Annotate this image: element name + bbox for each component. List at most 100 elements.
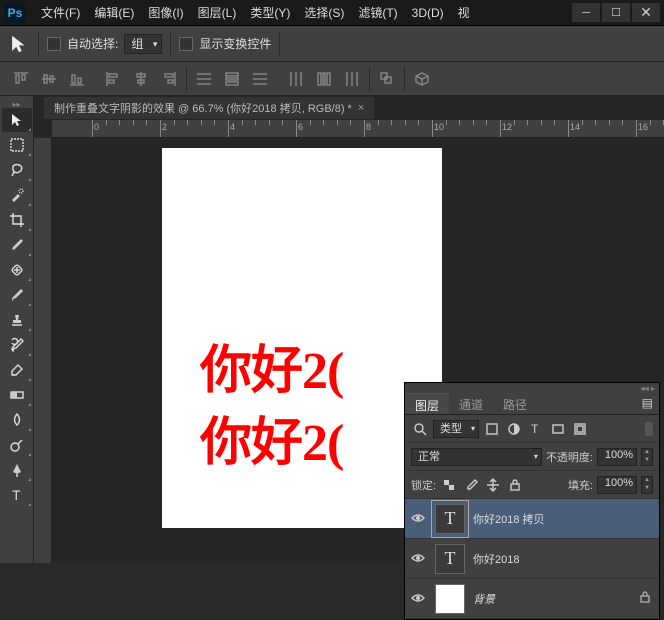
ruler-vertical[interactable] (34, 138, 52, 563)
filter-adjust-icon[interactable] (505, 420, 523, 438)
lock-label: 锁定: (411, 477, 436, 493)
show-transform-label: 显示变换控件 (199, 35, 271, 52)
lock-position-icon[interactable] (484, 476, 502, 494)
window-controls: ─ ☐ ✕ (570, 3, 660, 22)
move-tool-icon[interactable] (8, 33, 30, 55)
fill-stepper[interactable]: ▲▼ (641, 476, 653, 494)
lock-pixels-icon[interactable] (462, 476, 480, 494)
align-left-icon[interactable] (100, 67, 126, 91)
menu-select[interactable]: 选择(S) (297, 0, 351, 25)
crop-tool[interactable] (2, 208, 32, 232)
dodge-tool[interactable] (2, 433, 32, 457)
panel-menu-icon[interactable]: ▤ (636, 393, 659, 414)
move-tool[interactable] (2, 108, 32, 132)
dist-left-icon[interactable] (283, 67, 309, 91)
layer-list: T 你好2018 拷贝 T 你好2018 背景 (405, 499, 659, 619)
blur-tool[interactable] (2, 408, 32, 432)
layer-item[interactable]: T 你好2018 (405, 539, 659, 579)
layer-item-background[interactable]: 背景 (405, 579, 659, 619)
canvas-text-2[interactable]: 你好2( (200, 400, 343, 475)
visibility-icon[interactable] (411, 512, 427, 526)
menu-3d[interactable]: 3D(D) (405, 2, 451, 24)
dist-bottom-icon[interactable] (247, 67, 273, 91)
blend-row: 正常 不透明度: 100% ▲▼ (405, 443, 659, 471)
3d-mode-icon[interactable] (409, 67, 435, 91)
lock-all-icon[interactable] (506, 476, 524, 494)
menu-layer[interactable]: 图层(L) (191, 0, 244, 25)
gradient-tool[interactable] (2, 383, 32, 407)
layer-thumb-bg[interactable] (435, 584, 465, 614)
tab-close-icon[interactable]: × (358, 102, 364, 114)
healing-tool[interactable] (2, 258, 32, 282)
dist-right-icon[interactable] (339, 67, 365, 91)
auto-select-checkbox[interactable] (47, 37, 61, 51)
visibility-icon[interactable] (411, 552, 427, 566)
layer-name[interactable]: 你好2018 (473, 551, 653, 567)
align-right-icon[interactable] (156, 67, 182, 91)
layer-name[interactable]: 背景 (473, 591, 631, 607)
auto-select-dropdown[interactable]: 组 (124, 34, 162, 54)
brush-tool[interactable] (2, 283, 32, 307)
opacity-input[interactable]: 100% (597, 448, 637, 466)
lasso-tool[interactable] (2, 158, 32, 182)
quick-select-tool[interactable] (2, 183, 32, 207)
opacity-stepper[interactable]: ▲▼ (641, 448, 653, 466)
history-brush-tool[interactable] (2, 333, 32, 357)
dist-top-icon[interactable] (191, 67, 217, 91)
align-hcenter-icon[interactable] (128, 67, 154, 91)
layer-item-selected[interactable]: T 你好2018 拷贝 (405, 499, 659, 539)
layers-panel: ◂◂ ▸ 图层 通道 路径 ▤ 类型 T 正常 不透明度: 100% ▲▼ 锁定… (404, 382, 660, 620)
menu-file[interactable]: 文件(F) (34, 0, 87, 25)
align-top-icon[interactable] (8, 67, 34, 91)
divider (170, 32, 171, 56)
blend-mode-dropdown[interactable]: 正常 (411, 448, 542, 466)
app-logo: Ps (4, 3, 26, 23)
pen-tool[interactable] (2, 458, 32, 482)
close-button[interactable]: ✕ (632, 3, 660, 22)
filter-smart-icon[interactable] (571, 420, 589, 438)
menu-edit[interactable]: 编辑(E) (87, 0, 141, 25)
document-tab[interactable]: 制作重叠文字阴影的效果 @ 66.7% (你好2018 拷贝, RGB/8) *… (44, 97, 374, 119)
tab-paths[interactable]: 路径 (493, 393, 537, 414)
fill-input[interactable]: 100% (597, 476, 637, 494)
tab-layers[interactable]: 图层 (405, 393, 449, 414)
show-transform-checkbox[interactable] (179, 37, 193, 51)
menu-image[interactable]: 图像(I) (141, 0, 190, 25)
canvas-text-1[interactable]: 你好2( (200, 328, 343, 403)
tab-channels[interactable]: 通道 (449, 393, 493, 414)
filter-type-icon[interactable]: T (527, 420, 545, 438)
maximize-button[interactable]: ☐ (602, 3, 630, 22)
menu-type[interactable]: 类型(Y) (243, 0, 297, 25)
marquee-tool[interactable] (2, 133, 32, 157)
canvas[interactable]: 你好2( 你好2( (162, 148, 442, 528)
opacity-label: 不透明度: (546, 449, 593, 465)
ruler-horizontal[interactable]: 0246810121416 (52, 120, 664, 138)
lock-transparent-icon[interactable] (440, 476, 458, 494)
align-bottom-icon[interactable] (64, 67, 90, 91)
menu-view-cut[interactable]: 视 (451, 0, 477, 25)
eraser-tool[interactable] (2, 358, 32, 382)
eyedropper-tool[interactable] (2, 233, 32, 257)
type-tool[interactable]: T (2, 483, 32, 507)
stamp-tool[interactable] (2, 308, 32, 332)
align-vcenter-icon[interactable] (36, 67, 62, 91)
search-icon[interactable] (411, 420, 429, 438)
auto-align-icon[interactable] (374, 67, 400, 91)
dist-vcenter-icon[interactable] (219, 67, 245, 91)
toolbar-handle-icon[interactable]: ▸▸ (0, 100, 33, 108)
title-bar: Ps 文件(F) 编辑(E) 图像(I) 图层(L) 类型(Y) 选择(S) 滤… (0, 0, 664, 26)
dist-hcenter-icon[interactable] (311, 67, 337, 91)
visibility-icon[interactable] (411, 592, 427, 606)
filter-shape-icon[interactable] (549, 420, 567, 438)
svg-text:T: T (12, 487, 21, 503)
fill-label: 填充: (568, 477, 593, 493)
menu-filter[interactable]: 滤镜(T) (351, 0, 404, 25)
filter-kind-dropdown[interactable]: 类型 (433, 420, 479, 438)
layer-thumb-text[interactable]: T (435, 544, 465, 574)
layer-thumb-text[interactable]: T (435, 504, 465, 534)
layer-name[interactable]: 你好2018 拷贝 (473, 511, 653, 527)
minimize-button[interactable]: ─ (572, 3, 600, 22)
filter-toggle[interactable] (645, 422, 653, 436)
filter-pixel-icon[interactable] (483, 420, 501, 438)
panel-collapse-icon[interactable]: ◂◂ ▸ (405, 383, 659, 393)
